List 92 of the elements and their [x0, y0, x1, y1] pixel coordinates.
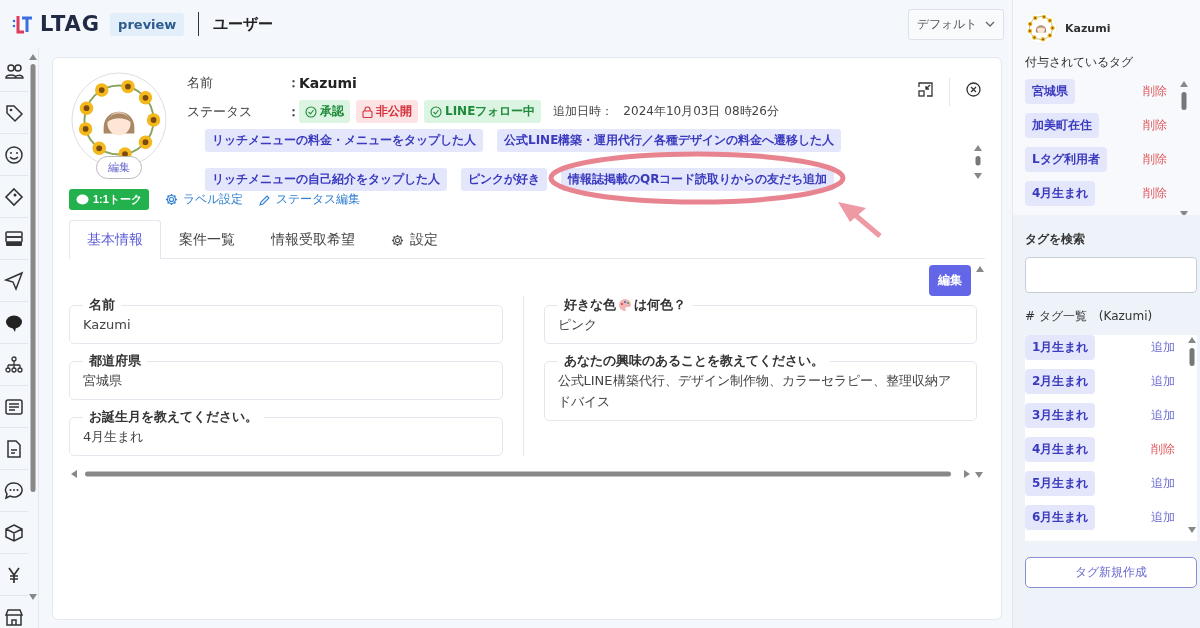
add-link[interactable]: 追加: [1151, 373, 1175, 390]
tag-chip: Lタグ利用者: [1025, 147, 1107, 172]
hierarchy-icon[interactable]: [4, 354, 24, 375]
field-value: 4月生まれ: [83, 428, 145, 446]
field-label: 名前: [88, 296, 116, 314]
delete-link[interactable]: 削除: [1143, 185, 1167, 202]
add-link[interactable]: 追加: [1151, 509, 1175, 526]
logo-text: LTAG: [40, 12, 101, 36]
tag-chip: 公式LINE構築・運用代行／各種デザインの料金へ遷移した人: [497, 129, 842, 152]
field-value: Kazumi: [83, 316, 132, 334]
avatar-edit-button[interactable]: 編集: [96, 156, 142, 179]
tag-chip: 加美町在住: [1025, 113, 1099, 138]
tab[interactable]: 案件一覧: [161, 220, 253, 259]
pointer-arrow: [838, 202, 882, 238]
chevron-down-icon: [985, 21, 995, 27]
field-label: お誕生月を教えてください。: [88, 408, 259, 426]
field-label: ステータス: [187, 102, 253, 121]
field-value: 宮城県: [83, 372, 123, 390]
delete-link[interactable]: 削除: [1143, 117, 1167, 134]
pencil-icon: [258, 193, 271, 206]
check-circle-icon: [430, 105, 442, 118]
scrollbar[interactable]: [973, 143, 983, 181]
tag-chip: 6月生まれ: [1025, 505, 1096, 530]
list-title: # タグ一覧 (Kazumi): [1025, 308, 1154, 325]
store-icon[interactable]: [4, 606, 24, 627]
field-value: ピンク: [557, 316, 598, 334]
delete-link[interactable]: 削除: [1143, 151, 1167, 168]
settings-icon: [391, 233, 404, 247]
speech-bubble-icon[interactable]: [4, 480, 24, 501]
tag-chip: リッチメニューの料金・メニューをタップした人: [205, 129, 483, 152]
tab[interactable]: 基本情報: [69, 220, 161, 259]
send-icon[interactable]: [4, 270, 24, 291]
tag-chip: リッチメニューの自己紹介をタップした人: [205, 168, 447, 191]
add-link[interactable]: 追加: [1151, 475, 1175, 492]
box-icon[interactable]: [4, 522, 24, 543]
logo-icon: [12, 14, 34, 34]
add-link[interactable]: 追加: [1151, 339, 1175, 356]
field-label: 好きな色 は何色？: [562, 296, 687, 314]
scrollbar[interactable]: [1187, 335, 1197, 535]
scroll-up-arrow[interactable]: [975, 265, 985, 273]
status-badge: LINEフォロー中: [424, 100, 542, 123]
added-date: 2024年10月03日 08時26分: [623, 103, 779, 120]
edit-button[interactable]: 編集: [929, 265, 971, 296]
lock-icon: [362, 105, 373, 118]
tag-chip: 2月生まれ: [1025, 369, 1096, 394]
new-tag-button[interactable]: タグ新規作成: [1025, 557, 1197, 588]
colon: ：: [287, 102, 299, 121]
diamond-tag-icon[interactable]: [4, 186, 24, 207]
status-badge: 非公開: [356, 100, 418, 123]
server-icon[interactable]: [4, 228, 24, 249]
user-name: Kazumi: [1065, 21, 1111, 35]
tab[interactable]: 情報受取希望: [253, 220, 373, 259]
check-circle-icon: [305, 105, 317, 118]
delete-link[interactable]: 削除: [1151, 441, 1175, 458]
tag-chip: 宮城県: [1025, 79, 1075, 104]
tab[interactable]: 設定: [373, 220, 456, 259]
delete-link[interactable]: 削除: [1143, 83, 1167, 100]
tag-chip: 5月生まれ: [1025, 471, 1096, 496]
colon: ：: [287, 74, 299, 92]
palette-icon: [617, 298, 632, 312]
tag-search-field[interactable]: [1025, 257, 1197, 293]
field-label: 都道府県: [88, 352, 142, 370]
tag-chip: 3月生まれ: [1025, 403, 1096, 428]
tag-chip: ピンクが好き: [461, 168, 547, 191]
search-label: タグを検索: [1025, 231, 1086, 248]
tag-chip: 4月生まれ: [1025, 181, 1096, 206]
preview-badge: preview: [110, 12, 185, 36]
page-title: ユーザー: [213, 14, 274, 34]
scrollbar[interactable]: [69, 469, 985, 479]
talk-button[interactable]: 1:1トーク: [69, 189, 149, 210]
tag-chip: 1月生まれ: [1025, 335, 1096, 360]
status-badge: 承認: [299, 100, 350, 123]
field-value: 公式LINE構築代行、デザイン制作物、カラーセラピー、整理収納アドバイス: [557, 372, 952, 411]
view-select[interactable]: デフォルト: [908, 8, 1004, 40]
tags-icon[interactable]: [4, 102, 24, 123]
field-label: 名前: [187, 74, 214, 92]
added-label: 追加日時：: [553, 103, 614, 120]
document-icon[interactable]: [4, 438, 24, 459]
add-link[interactable]: 追加: [1151, 407, 1175, 424]
status-edit-link[interactable]: ステータス編集: [258, 191, 360, 208]
field-label: あなたの興味のあることを教えてください。: [562, 352, 825, 370]
section-title: 付与されているタグ: [1025, 54, 1134, 71]
tag-chip: 4月生まれ: [1025, 437, 1096, 462]
label-settings-link[interactable]: ラベル設定: [164, 191, 243, 208]
chat-bubble-icon: [76, 193, 89, 206]
minimize-icon[interactable]: [918, 82, 933, 97]
close-icon[interactable]: [966, 82, 981, 97]
smile-icon[interactable]: [4, 144, 24, 165]
settings-icon: [164, 193, 178, 206]
user-name: Kazumi: [299, 75, 357, 91]
tag-chip: 情報誌掲載のQRコード読取りからの友だち追加: [561, 168, 835, 191]
list-icon[interactable]: [4, 396, 24, 417]
